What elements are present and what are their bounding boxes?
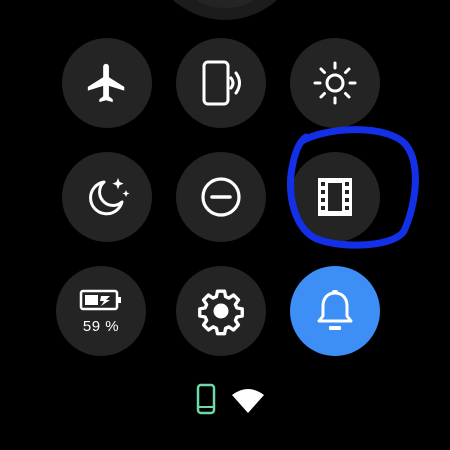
tile-battery-saver[interactable]: 59 %	[56, 266, 146, 356]
status-bar	[0, 380, 450, 420]
tile-settings[interactable]	[176, 266, 266, 356]
tile-airplane-mode[interactable]	[62, 38, 152, 128]
tile-brightness[interactable]	[290, 38, 380, 128]
tile-notifications[interactable]	[290, 266, 380, 356]
film-icon	[318, 178, 352, 216]
moon-stars-icon	[89, 178, 130, 216]
tile-find-phone[interactable]	[176, 38, 266, 128]
airplane-icon	[87, 63, 125, 103]
wifi-icon	[232, 389, 264, 413]
tile-theater-mode[interactable]	[290, 152, 380, 242]
find-phone-icon	[202, 60, 241, 106]
battery-charging-icon	[79, 289, 121, 310]
bell-icon	[317, 290, 353, 330]
gear-icon	[198, 289, 244, 336]
tile-do-not-disturb[interactable]	[176, 152, 266, 242]
minus-circle-icon	[201, 177, 241, 217]
battery-percentage: 59 %	[82, 317, 120, 335]
tile-bedtime-mode[interactable]	[62, 152, 152, 242]
phone-connected-icon	[196, 383, 216, 415]
brightness-icon	[313, 61, 357, 105]
